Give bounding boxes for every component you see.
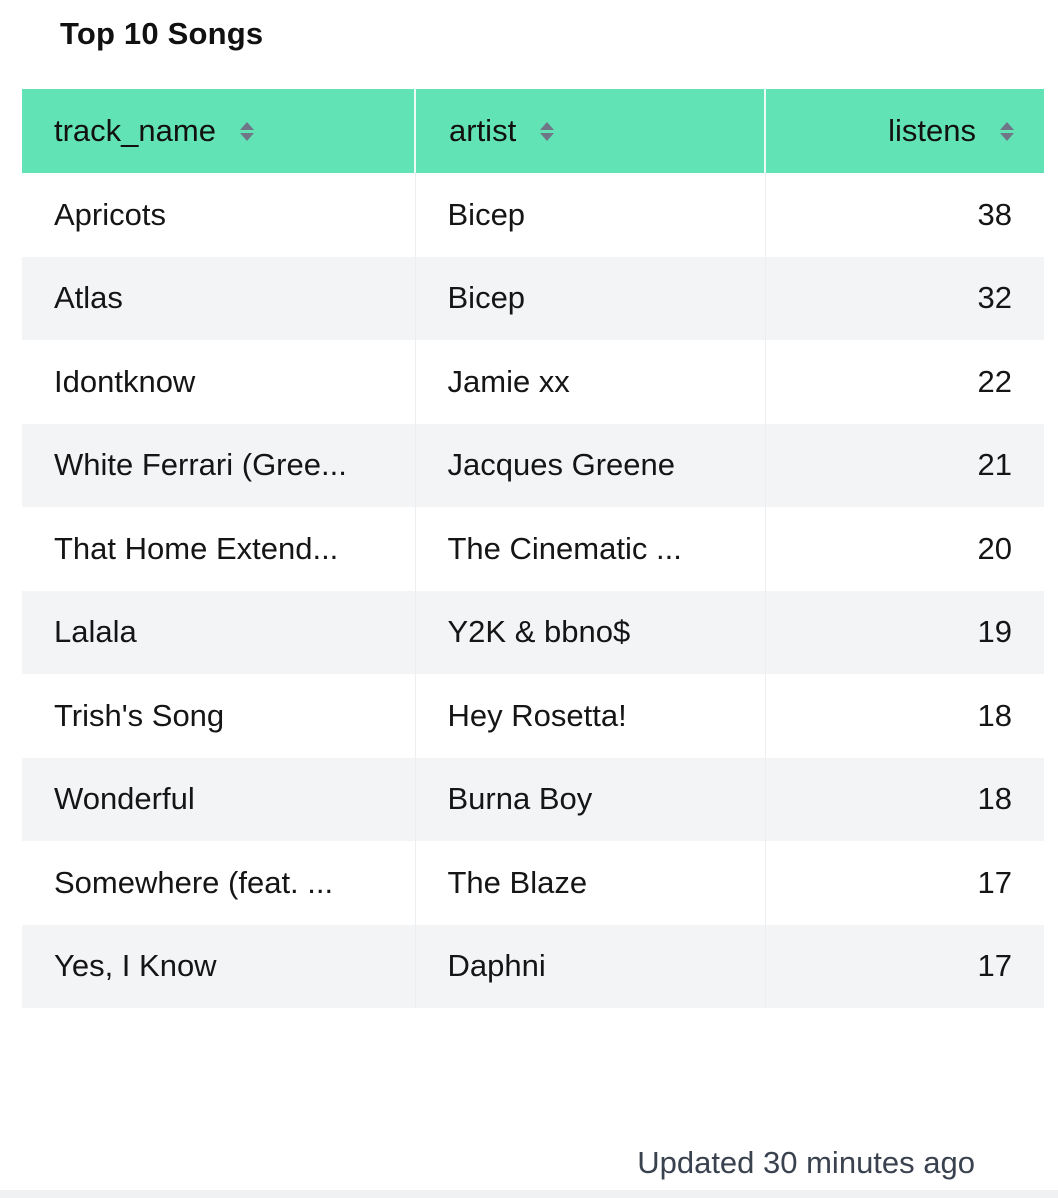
table-row[interactable]: Atlas Bicep 32 bbox=[22, 256, 1044, 340]
column-header-track-name[interactable]: track_name bbox=[22, 89, 416, 173]
cell-listens: 22 bbox=[977, 363, 1012, 399]
cell-track-name: Lalala bbox=[22, 590, 416, 674]
table-row[interactable]: That Home Extend... The Cinematic ... 20 bbox=[22, 507, 1044, 591]
top-songs-table: track_name artist listens Apricots Bicep 3… bbox=[22, 89, 1044, 1008]
cell-artist: Jacques Greene bbox=[415, 423, 766, 507]
cell-artist: Bicep bbox=[415, 256, 766, 340]
cell-artist: Y2K & bbno$ bbox=[415, 590, 766, 674]
sort-icon[interactable] bbox=[540, 121, 555, 141]
cell-listens: 18 bbox=[977, 697, 1012, 733]
widget-title: Top 10 Songs bbox=[60, 16, 264, 51]
cell-track-name: Wonderful bbox=[22, 757, 416, 841]
table-row[interactable]: White Ferrari (Gree... Jacques Greene 21 bbox=[22, 423, 1044, 507]
cell-artist: Daphni bbox=[415, 924, 766, 1008]
cell-track-name: Apricots bbox=[22, 173, 416, 257]
cell-artist: Burna Boy bbox=[415, 757, 766, 841]
cell-track-name: Idontknow bbox=[22, 340, 416, 424]
column-label: artist bbox=[449, 113, 517, 148]
table-row[interactable]: Somewhere (feat. ... The Blaze 17 bbox=[22, 841, 1044, 925]
updated-timestamp: Updated 30 minutes ago bbox=[637, 1145, 975, 1180]
table-row[interactable]: Trish's Song Hey Rosetta! 18 bbox=[22, 674, 1044, 758]
table-row[interactable]: Apricots Bicep 38 bbox=[22, 173, 1044, 257]
cell-listens: 20 bbox=[977, 530, 1012, 566]
cell-track-name: White Ferrari (Gree... bbox=[22, 423, 416, 507]
cell-artist: Bicep bbox=[415, 173, 766, 257]
table-row[interactable]: Lalala Y2K & bbno$ 19 bbox=[22, 590, 1044, 674]
cell-artist: Hey Rosetta! bbox=[415, 674, 766, 758]
sort-icon[interactable] bbox=[1000, 121, 1014, 141]
cell-listens: 18 bbox=[765, 757, 1044, 841]
cell-track-name: Somewhere (feat. ... bbox=[22, 841, 416, 925]
cell-listens: 38 bbox=[977, 196, 1012, 232]
cell-listens: 19 bbox=[765, 590, 1044, 674]
cell-listens: 21 bbox=[765, 423, 1044, 507]
cell-artist: Jamie xx bbox=[415, 340, 766, 424]
sort-icon[interactable] bbox=[239, 121, 254, 141]
cell-listens: 17 bbox=[977, 864, 1012, 900]
table-header-row: track_name artist listens bbox=[22, 89, 1044, 173]
bottom-divider bbox=[0, 1190, 1058, 1198]
table-row[interactable]: Idontknow Jamie xx 22 bbox=[22, 340, 1044, 424]
cell-track-name: Yes, I Know bbox=[22, 924, 416, 1008]
cell-artist: The Blaze bbox=[415, 841, 766, 925]
cell-track-name: Atlas bbox=[22, 256, 416, 340]
table-row[interactable]: Yes, I Know Daphni 17 bbox=[22, 924, 1044, 1008]
table-row[interactable]: Wonderful Burna Boy 18 bbox=[22, 757, 1044, 841]
cell-artist: The Cinematic ... bbox=[415, 507, 766, 591]
column-header-listens[interactable]: listens bbox=[765, 89, 1044, 173]
column-header-artist[interactable]: artist bbox=[415, 89, 766, 173]
cell-listens: 17 bbox=[765, 924, 1044, 1008]
cell-listens: 32 bbox=[765, 256, 1044, 340]
column-label: listens bbox=[888, 113, 976, 148]
column-label: track_name bbox=[54, 113, 216, 148]
cell-track-name: That Home Extend... bbox=[22, 507, 416, 591]
cell-track-name: Trish's Song bbox=[22, 674, 416, 758]
